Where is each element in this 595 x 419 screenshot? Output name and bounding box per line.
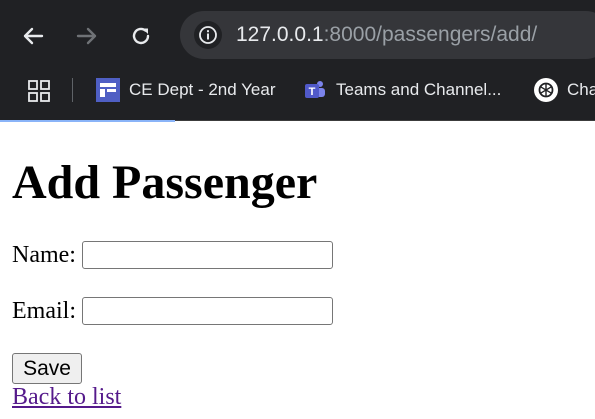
bookmark-teams[interactable]: T Teams and Channel... (303, 78, 501, 102)
browser-toolbar: 127.0.0.1:8000/passengers/add/ (0, 0, 595, 70)
save-button[interactable]: Save (12, 353, 82, 384)
bookmarks-separator (72, 78, 73, 102)
back-arrow-icon[interactable] (19, 22, 47, 50)
site-info-icon[interactable] (194, 21, 222, 49)
url-host: 127.0.0.1 (236, 23, 324, 46)
url-path: :8000/passengers/add/ (323, 23, 538, 46)
bookmarks-bar (0, 70, 595, 121)
name-row: Name: (12, 241, 333, 269)
teams-icon: T (303, 78, 327, 102)
email-label: Email: (12, 297, 76, 324)
name-label: Name: (12, 241, 76, 268)
bookmark-ce-dept[interactable]: CE Dept - 2nd Year (96, 78, 275, 102)
url-text[interactable]: 127.0.0.1:8000/passengers/add/ (236, 23, 537, 47)
bookmark-label: Teams and Channel... (336, 80, 502, 99)
bookmark-chatgpt[interactable]: Cha (534, 78, 595, 102)
page-title: Add Passenger (12, 156, 318, 209)
reload-icon[interactable] (127, 22, 155, 50)
svg-text:T: T (309, 86, 316, 98)
chatgpt-icon (534, 78, 558, 102)
ce-dept-icon (96, 78, 120, 102)
bookmark-label: Cha (567, 80, 595, 99)
apps-grid-icon[interactable] (28, 80, 50, 107)
forward-arrow-icon[interactable] (73, 22, 101, 50)
bookmark-label: CE Dept - 2nd Year (129, 80, 276, 99)
email-field[interactable] (81, 297, 333, 325)
name-field[interactable] (81, 241, 333, 269)
page-content: Add Passenger Name: Email: Save Back to … (12, 122, 595, 419)
email-row: Email: (12, 297, 333, 325)
address-bar[interactable]: 127.0.0.1:8000/passengers/add/ (180, 11, 595, 59)
back-to-list-link[interactable]: Back to list (12, 384, 121, 411)
